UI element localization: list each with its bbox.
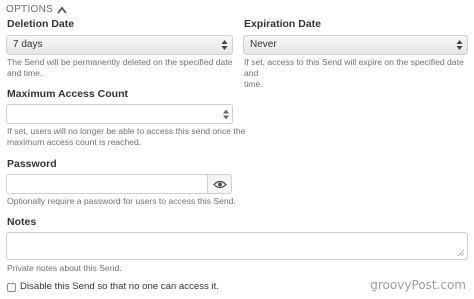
deletion-date-label: Deletion Date <box>7 18 75 30</box>
notes-hint: Private notes about this Send. <box>7 263 122 273</box>
chevron-up-icon <box>57 6 67 14</box>
eye-icon <box>212 180 227 188</box>
password-input[interactable] <box>6 174 208 194</box>
select-arrows-icon <box>456 40 463 50</box>
resize-handle-icon[interactable] <box>457 249 465 257</box>
disable-send-checkbox[interactable] <box>7 283 16 292</box>
watermark: groovyPost.com <box>370 278 466 292</box>
notes-label: Notes <box>7 216 37 228</box>
toggle-password-visibility-button[interactable] <box>207 174 232 194</box>
password-label: Password <box>7 158 57 170</box>
max-access-hint: If set, users will no longer be able to … <box>7 126 246 147</box>
deletion-date-select[interactable]: 7 days <box>6 35 233 55</box>
expiration-date-value: Never <box>250 39 277 50</box>
number-stepper-icon[interactable] <box>223 109 229 120</box>
disable-send-label[interactable]: Disable this Send so that no one can acc… <box>20 281 219 292</box>
options-toggle[interactable]: OPTIONS <box>6 4 67 15</box>
max-access-input[interactable] <box>6 104 233 124</box>
notes-textarea[interactable] <box>6 232 468 260</box>
options-header-label: OPTIONS <box>6 4 54 15</box>
deletion-date-hint: The Send will be permanently deleted on … <box>7 57 233 78</box>
password-hint: Optionally require a password for users … <box>7 196 236 206</box>
deletion-date-value: 7 days <box>13 39 43 50</box>
expiration-date-hint: If set, access to this Send will expire … <box>244 57 464 89</box>
select-arrows-icon <box>221 40 228 50</box>
expiration-date-select[interactable]: Never <box>243 35 468 55</box>
expiration-date-label: Expiration Date <box>244 18 322 30</box>
max-access-label: Maximum Access Count <box>7 88 128 100</box>
